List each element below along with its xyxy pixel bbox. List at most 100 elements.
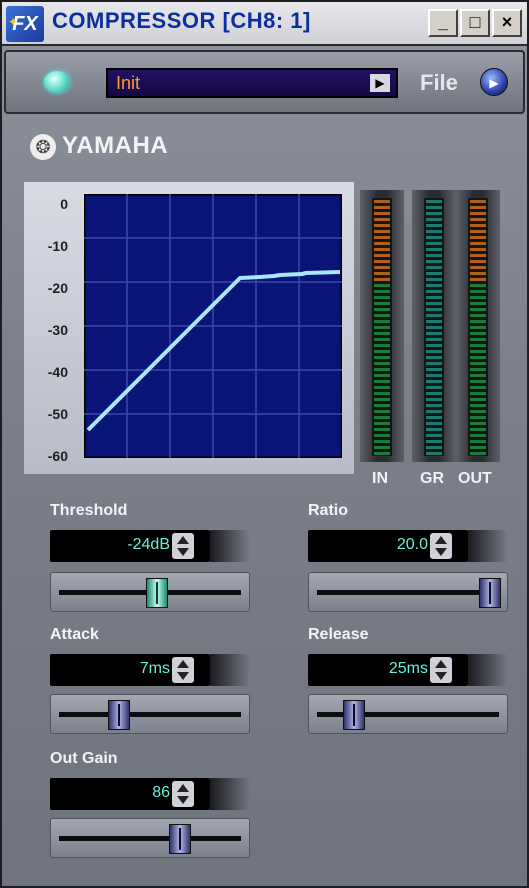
y-tick-label: -40 (47, 364, 68, 380)
attack-slider-handle[interactable] (107, 700, 130, 730)
meter-segment (374, 356, 390, 359)
out-gain-spinner-icon[interactable] (172, 781, 194, 807)
maximize-button[interactable]: □ (460, 9, 490, 37)
close-button[interactable]: × (492, 9, 522, 37)
threshold-spinner-icon[interactable] (172, 533, 194, 559)
attack-value: 7ms (139, 660, 170, 677)
out-gain-slider-handle[interactable] (168, 824, 191, 854)
in-meter (372, 198, 392, 456)
meter-segment (470, 320, 486, 323)
compressor-window: ✦ FX COMPRESSOR [CH8: 1] _ □ × Init ▶ Fil… (0, 0, 529, 888)
meter-segment (374, 428, 390, 431)
in-meter-label: IN (372, 470, 388, 487)
ratio-slider[interactable] (308, 572, 508, 612)
meter-segment (470, 248, 486, 251)
meter-segment (374, 254, 390, 257)
meter-segment (426, 428, 442, 431)
out-gain-field[interactable]: 86 (50, 778, 250, 810)
threshold-slider[interactable] (50, 572, 250, 612)
yamaha-logo-icon: ❂ (30, 134, 56, 160)
y-tick-label: -10 (47, 238, 68, 254)
meter-segment (470, 290, 486, 293)
brand-name: YAMAHA (62, 132, 169, 159)
file-label: File (420, 70, 458, 95)
meter-segment (426, 338, 442, 341)
meter-segment (426, 320, 442, 323)
meter-segment (470, 326, 486, 329)
meter-segment (470, 260, 486, 263)
gr-meter-label: GR (420, 470, 444, 487)
meter-segment (374, 242, 390, 245)
meter-segment (426, 200, 442, 203)
window-title: COMPRESSOR [CH8: 1] (52, 8, 311, 33)
meter-segment (374, 290, 390, 293)
attack-slider[interactable] (50, 694, 250, 734)
meter-segment (470, 332, 486, 335)
meter-segment (374, 386, 390, 389)
meter-segment (426, 290, 442, 293)
y-tick-label: -60 (47, 448, 68, 464)
meter-segment (374, 368, 390, 371)
meter-segment (374, 410, 390, 413)
brand-bar: ❂ YAMAHA (24, 124, 524, 168)
threshold-value: -24dB (127, 536, 170, 553)
meter-segment (470, 368, 486, 371)
meter-segment (426, 206, 442, 209)
threshold-slider-handle[interactable] (145, 578, 168, 608)
meter-segment (374, 404, 390, 407)
out-gain-value: 86 (152, 784, 170, 801)
meter-segment (470, 242, 486, 245)
meter-segment (374, 440, 390, 443)
meter-segment (426, 380, 442, 383)
release-slider-handle[interactable] (342, 700, 365, 730)
out-gain-slider[interactable] (50, 818, 250, 858)
minimize-button[interactable]: _ (428, 9, 458, 37)
power-led-icon[interactable] (44, 71, 70, 93)
meter-segment (470, 344, 486, 347)
release-field[interactable]: 25ms (308, 654, 508, 686)
meter-segment (374, 350, 390, 353)
release-spinner-icon[interactable] (430, 657, 452, 683)
title-bar[interactable]: ✦ FX COMPRESSOR [CH8: 1] _ □ × (2, 2, 527, 46)
meter-segment (426, 446, 442, 449)
meter-segment (426, 440, 442, 443)
meter-segment (374, 206, 390, 209)
file-menu-button[interactable]: ▶ (480, 68, 508, 96)
meter-segment (426, 368, 442, 371)
release-label: Release (308, 626, 369, 643)
meter-segment (374, 212, 390, 215)
meter-segment (374, 224, 390, 227)
meter-segment (426, 398, 442, 401)
meter-segment (470, 434, 486, 437)
meter-segment (374, 248, 390, 251)
meter-segment (374, 374, 390, 377)
meter-segment (426, 344, 442, 347)
meter-segment (426, 236, 442, 239)
ratio-field[interactable]: 20.0 (308, 530, 508, 562)
meter-segment (374, 218, 390, 221)
meter-segment (470, 254, 486, 257)
meter-segment (426, 242, 442, 245)
meter-segment (426, 356, 442, 359)
threshold-field[interactable]: -24dB (50, 530, 250, 562)
meter-segment (470, 314, 486, 317)
gr-meter (424, 198, 444, 456)
meter-segment (426, 224, 442, 227)
preset-arrow-icon[interactable]: ▶ (370, 74, 390, 92)
attack-field[interactable]: 7ms (50, 654, 250, 686)
meter-segment (426, 362, 442, 365)
meter-segment (426, 392, 442, 395)
ratio-slider-handle[interactable] (479, 578, 501, 608)
meter-segment (374, 380, 390, 383)
attack-spinner-icon[interactable] (172, 657, 194, 683)
meter-segment (470, 308, 486, 311)
y-tick-label: -20 (47, 280, 68, 296)
meter-segment (426, 230, 442, 233)
meter-segment (426, 314, 442, 317)
preset-selector[interactable]: Init ▶ (106, 68, 398, 98)
threshold-label: Threshold (50, 502, 128, 519)
meter-segment (470, 296, 486, 299)
release-slider[interactable] (308, 694, 508, 734)
meter-segment (470, 236, 486, 239)
ratio-spinner-icon[interactable] (430, 533, 452, 559)
